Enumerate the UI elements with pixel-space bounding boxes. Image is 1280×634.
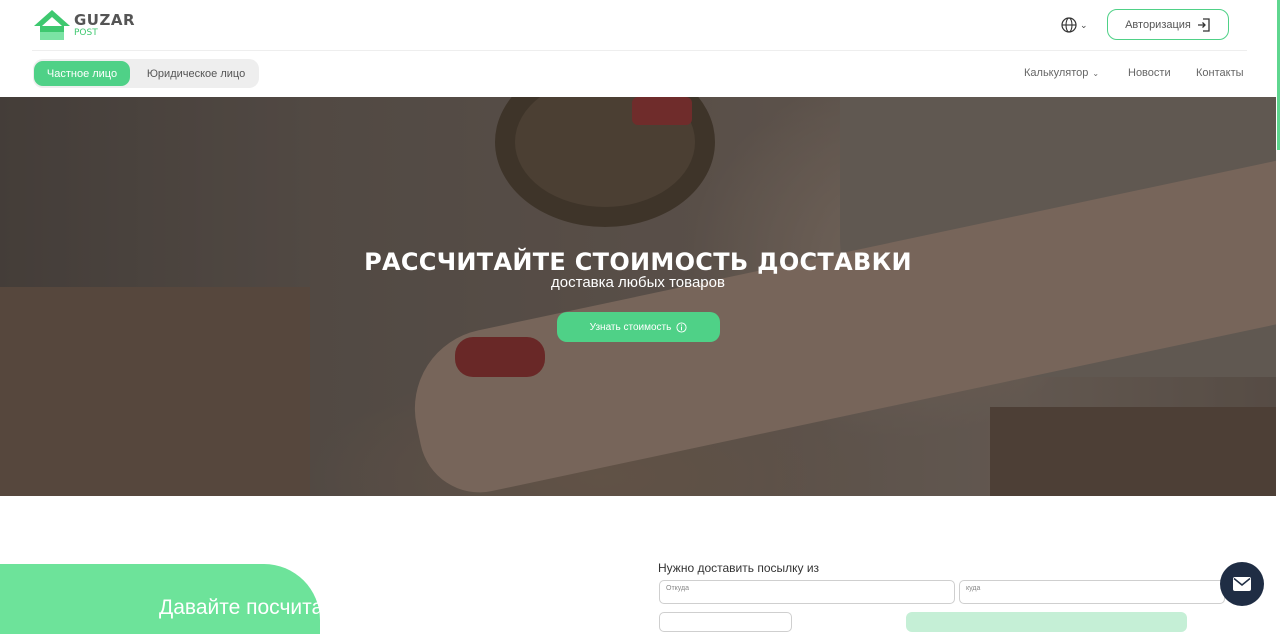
nav-contacts[interactable]: Контакты	[1196, 67, 1244, 79]
logo[interactable]: GUZAR POST	[32, 8, 142, 42]
info-icon	[676, 321, 687, 333]
header-divider	[32, 50, 1247, 51]
from-field[interactable]: Откуда	[659, 580, 955, 604]
promo-title: Давайте посчитаем	[159, 596, 350, 619]
get-price-button-label: Узнать стоимость	[589, 321, 672, 333]
language-selector[interactable]: ⌄	[1061, 16, 1091, 34]
hero-banner: РАССЧИТАЙТЕ СТОИМОСТЬ ДОСТАВКИ доставка …	[0, 97, 1276, 496]
calculate-button[interactable]	[906, 612, 1187, 632]
mail-icon	[1233, 577, 1251, 591]
nav-news[interactable]: Новости	[1128, 67, 1171, 79]
login-button[interactable]: Авторизация	[1107, 9, 1229, 40]
hero-title: РАССЧИТАЙТЕ СТОИМОСТЬ ДОСТАВКИ	[364, 248, 912, 276]
to-field[interactable]: куда	[959, 580, 1225, 604]
nav-calculator[interactable]: Калькулятор ⌄	[1024, 67, 1099, 79]
tab-private-person[interactable]: Частное лицо	[34, 61, 130, 86]
tab-legal-entity[interactable]: Юридическое лицо	[135, 61, 257, 86]
header: GUZAR POST ⌄ Авторизация	[0, 0, 1280, 50]
nav-calculator-label: Калькулятор	[1024, 67, 1089, 79]
hero-overlay	[0, 97, 1276, 496]
hero-subtitle: доставка любых товаров	[551, 274, 725, 291]
chevron-down-icon: ⌄	[1092, 68, 1100, 78]
logo-sub: POST	[74, 27, 98, 38]
form-field[interactable]	[659, 612, 792, 632]
customer-type-switch: Частное лицо Юридическое лицо	[33, 59, 259, 88]
login-icon	[1197, 17, 1210, 32]
get-price-button[interactable]: Узнать стоимость	[557, 312, 720, 342]
logo-name: GUZAR	[74, 10, 136, 29]
login-button-label: Авторизация	[1125, 18, 1191, 31]
chat-button[interactable]	[1220, 562, 1264, 606]
globe-icon	[1061, 17, 1077, 33]
chevron-down-icon: ⌄	[1080, 19, 1088, 30]
logo-house-icon	[34, 10, 70, 40]
form-label: Нужно доставить посылку из	[658, 561, 820, 575]
